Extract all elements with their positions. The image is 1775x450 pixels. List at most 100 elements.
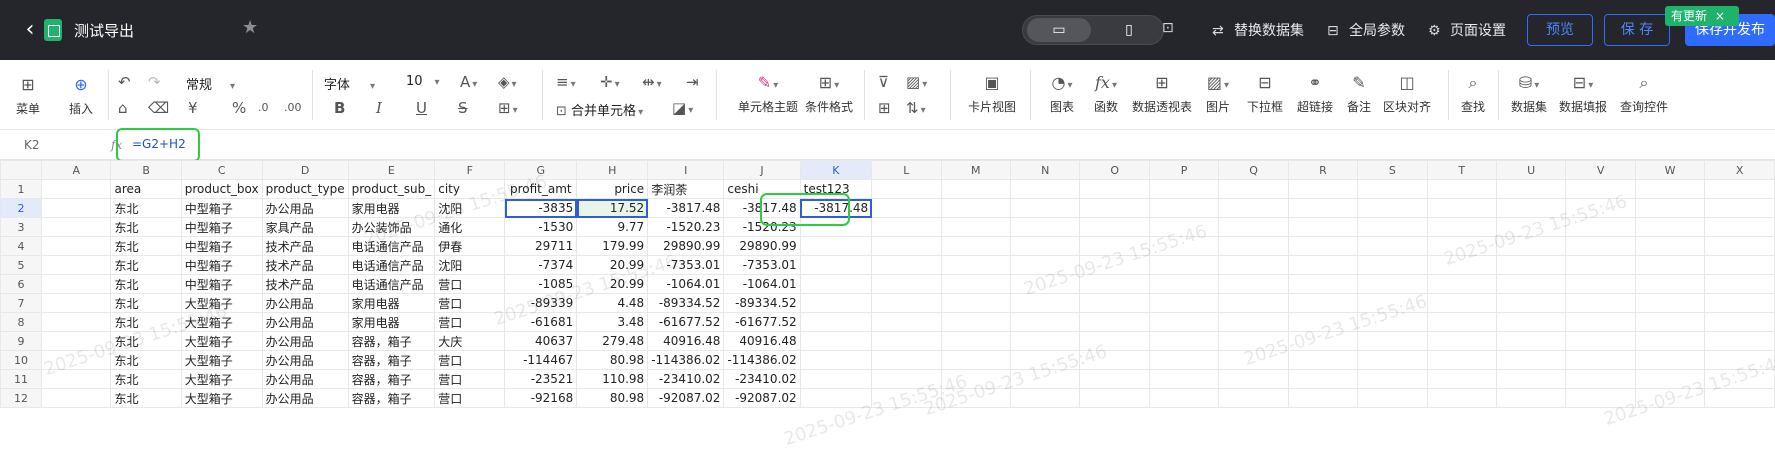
font-style-select[interactable]: 常规 ▾: [186, 74, 235, 93]
text-wrap-icon[interactable]: ⇹ ▾: [642, 72, 662, 95]
cell-a4[interactable]: [41, 236, 112, 256]
cell-u12[interactable]: [1495, 388, 1567, 408]
cell-o7[interactable]: [1079, 293, 1150, 313]
cell-q4[interactable]: [1218, 236, 1289, 256]
row-header[interactable]: 5: [0, 255, 43, 275]
cell-w1[interactable]: [1634, 179, 1706, 199]
cell-x9[interactable]: [1704, 331, 1775, 351]
cell-k12[interactable]: [799, 388, 873, 408]
column-header-q[interactable]: Q: [1218, 160, 1289, 180]
cell-s8[interactable]: [1357, 312, 1428, 332]
column-header-o[interactable]: O: [1079, 160, 1150, 180]
pivot-table-button[interactable]: ⊞ 数据透视表: [1132, 72, 1192, 115]
cell-i6[interactable]: -1064.01: [647, 274, 725, 294]
cell-s1[interactable]: [1357, 179, 1428, 199]
cell-h9[interactable]: 279.48: [576, 331, 649, 351]
cell-g7[interactable]: -89339: [504, 293, 578, 313]
cell-q10[interactable]: [1218, 350, 1289, 370]
cell-b6[interactable]: 东北: [110, 274, 182, 294]
cell-k7[interactable]: [799, 293, 873, 313]
cell-a2[interactable]: [41, 198, 112, 218]
increase-decimal-icon[interactable]: .00: [284, 98, 302, 118]
cell-w11[interactable]: [1634, 369, 1706, 389]
cell-n9[interactable]: [1010, 331, 1081, 351]
cell-d12[interactable]: 办公用品: [261, 388, 349, 408]
cell-f1[interactable]: city: [434, 179, 506, 199]
cell-l4[interactable]: [871, 236, 942, 256]
cell-t1[interactable]: [1426, 179, 1497, 199]
menu-button[interactable]: ⊞ 菜单: [14, 74, 42, 117]
cell-e8[interactable]: 家用电器: [347, 312, 436, 332]
chart-button[interactable]: ◔ ▾ 图表: [1044, 72, 1080, 115]
cell-x6[interactable]: [1704, 274, 1775, 294]
cell-m6[interactable]: [940, 274, 1012, 294]
row-header[interactable]: 7: [0, 293, 43, 313]
cell-q8[interactable]: [1218, 312, 1289, 332]
cell-p2[interactable]: [1148, 198, 1220, 218]
cell-i10[interactable]: -114386.02: [647, 350, 725, 370]
cell-o8[interactable]: [1079, 312, 1150, 332]
cell-f8[interactable]: 营口: [434, 312, 506, 332]
cell-n7[interactable]: [1010, 293, 1081, 313]
cell-v5[interactable]: [1565, 255, 1636, 275]
cell-i9[interactable]: 40916.48: [647, 331, 725, 351]
cell-r2[interactable]: [1287, 198, 1359, 218]
undo-icon[interactable]: ↶: [118, 72, 131, 92]
sort-icon[interactable]: ⇅ ▾: [906, 98, 926, 121]
cell-l6[interactable]: [871, 274, 942, 294]
row-header[interactable]: 1: [0, 179, 43, 199]
cell-h3[interactable]: 9.77: [576, 217, 649, 237]
cell-l12[interactable]: [871, 388, 942, 408]
preview-button[interactable]: 预览: [1527, 14, 1593, 46]
cell-o4[interactable]: [1079, 236, 1150, 256]
cell-v11[interactable]: [1565, 369, 1636, 389]
cell-d9[interactable]: 办公用品: [261, 331, 349, 351]
cell-l7[interactable]: [871, 293, 942, 313]
column-header-l[interactable]: L: [871, 160, 942, 180]
cell-b12[interactable]: 东北: [110, 388, 182, 408]
cell-n8[interactable]: [1010, 312, 1081, 332]
cell-m4[interactable]: [940, 236, 1012, 256]
cell-r5[interactable]: [1287, 255, 1359, 275]
star-icon[interactable]: ★: [242, 17, 258, 38]
cell-e4[interactable]: 电话通信产品: [347, 236, 436, 256]
cell-i5[interactable]: -7353.01: [647, 255, 725, 275]
column-header-t[interactable]: T: [1426, 160, 1497, 180]
cell-p12[interactable]: [1148, 388, 1220, 408]
cell-v4[interactable]: [1565, 236, 1636, 256]
cell-k6[interactable]: [799, 274, 873, 294]
cell-t6[interactable]: [1426, 274, 1497, 294]
cell-s12[interactable]: [1357, 388, 1428, 408]
hyperlink-button[interactable]: ⚭ 超链接: [1294, 72, 1336, 115]
cell-w9[interactable]: [1634, 331, 1706, 351]
cell-k5[interactable]: [799, 255, 873, 275]
cell-w6[interactable]: [1634, 274, 1706, 294]
cell-u8[interactable]: [1495, 312, 1567, 332]
cell-h11[interactable]: 110.98: [576, 369, 649, 389]
merge-cells-button[interactable]: ⊡ 合并单元格 ▾: [556, 100, 643, 119]
cell-x12[interactable]: [1704, 388, 1775, 408]
conditional-format-button[interactable]: ⊞ ▾ 条件格式: [802, 72, 856, 115]
cell-o6[interactable]: [1079, 274, 1150, 294]
cell-r12[interactable]: [1287, 388, 1359, 408]
cell-q1[interactable]: [1218, 179, 1289, 199]
cell-e11[interactable]: 容器，箱子: [347, 369, 436, 389]
cell-v12[interactable]: [1565, 388, 1636, 408]
cell-k8[interactable]: [799, 312, 873, 332]
cell-h1[interactable]: price: [576, 179, 649, 199]
cell-a7[interactable]: [41, 293, 112, 313]
cell-l11[interactable]: [871, 369, 942, 389]
cell-t2[interactable]: [1426, 198, 1497, 218]
cell-p8[interactable]: [1148, 312, 1220, 332]
cell-m9[interactable]: [940, 331, 1012, 351]
cell-s10[interactable]: [1357, 350, 1428, 370]
cell-t10[interactable]: [1426, 350, 1497, 370]
cell-n5[interactable]: [1010, 255, 1081, 275]
cell-b5[interactable]: 东北: [110, 255, 182, 275]
insert-button[interactable]: ⊕ 插入: [66, 74, 96, 117]
formula-input[interactable]: =G2+H2: [132, 137, 186, 151]
cell-l3[interactable]: [871, 217, 942, 237]
cell-u2[interactable]: [1495, 198, 1567, 218]
column-header-r[interactable]: R: [1287, 160, 1359, 180]
cell-e1[interactable]: product_sub_: [347, 179, 436, 199]
